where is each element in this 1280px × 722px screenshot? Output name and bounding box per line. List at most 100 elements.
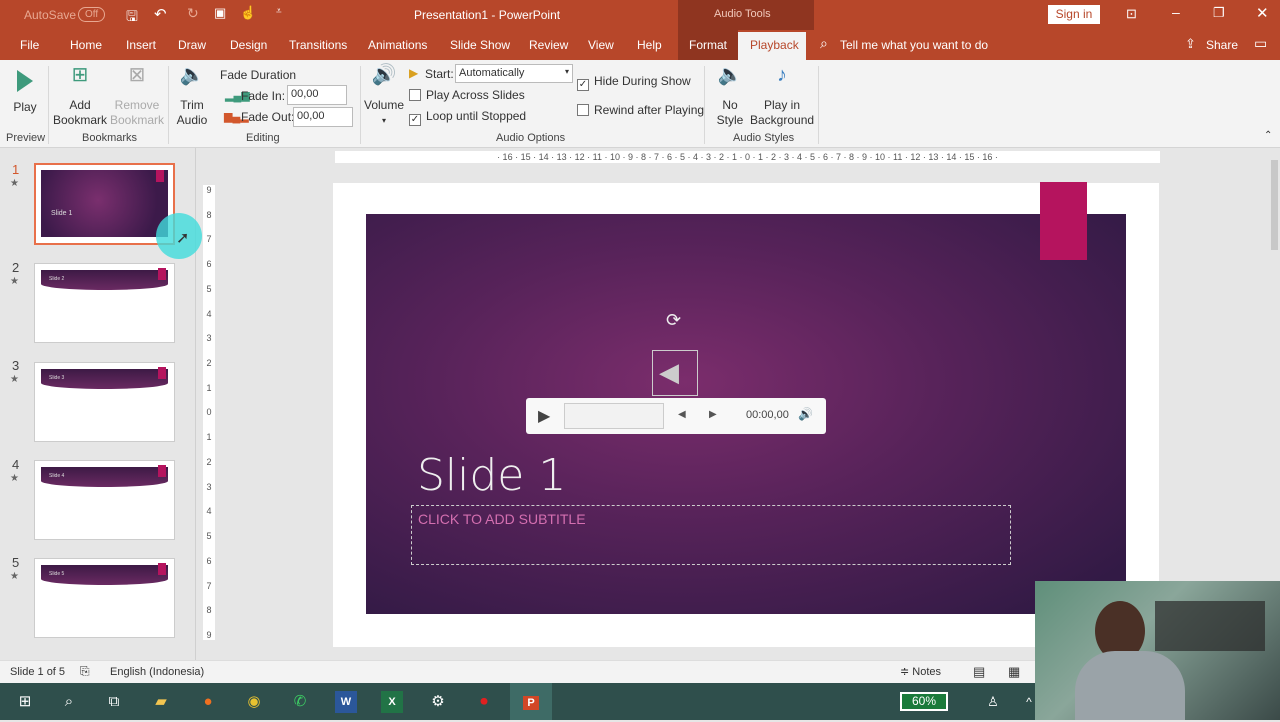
customize-qat-icon[interactable]: ⩡ xyxy=(276,6,282,17)
tab-file[interactable]: File xyxy=(20,38,39,52)
play-button[interactable]: Play xyxy=(10,68,40,115)
ruler-tick: 8 xyxy=(206,605,212,616)
tab-view[interactable]: View xyxy=(588,38,614,52)
start-dropdown[interactable]: Automatically ▾ xyxy=(455,64,573,83)
tab-format[interactable]: Format xyxy=(689,38,727,52)
slide-thumbnail-3[interactable]: Slide 3 xyxy=(34,362,175,442)
sign-in-button[interactable]: Sign in xyxy=(1048,5,1100,24)
recorder-icon[interactable]: ⏺ xyxy=(473,691,495,713)
undo-icon[interactable]: ↶ xyxy=(154,5,167,23)
play-icon xyxy=(17,70,33,92)
player-volume-icon[interactable]: 🔊 xyxy=(798,407,813,421)
present-icon[interactable]: ▣ xyxy=(214,5,226,21)
save-icon[interactable]: 🖫 xyxy=(126,6,138,30)
ribbon-display-icon[interactable]: ⊡ xyxy=(1126,6,1137,22)
vertical-ruler: 9 8 7 6 5 4 3 2 1 0 1 2 3 4 5 6 7 8 9 xyxy=(203,185,215,640)
no-style-button[interactable]: 🔈 No Style xyxy=(712,64,748,128)
audio-player-bar: ▶ ◀ ▶ 00:00,00 🔊 xyxy=(526,398,826,434)
ruler-tick: 6 xyxy=(206,259,212,270)
collapse-ribbon-icon[interactable]: ⌃ xyxy=(1264,130,1272,141)
slide-1[interactable]: ◀ ⟳ ▶ ◀ ▶ 00:00,00 🔊 Slide 1 CLICK TO AD… xyxy=(366,214,1126,614)
chrome-icon[interactable]: ◉ xyxy=(243,691,265,713)
play-across-slides-checkbox[interactable]: Play Across Slides xyxy=(409,88,525,102)
ruler-tick: 1 xyxy=(206,382,212,393)
slide-thumbnail-1[interactable]: Slide 1 xyxy=(34,163,175,245)
ruler-tick: 2 xyxy=(206,358,212,369)
volume-button[interactable]: 🔊 Volume ▾ xyxy=(362,65,406,128)
spell-check-icon[interactable]: ⎘ xyxy=(80,664,90,679)
slide-title[interactable]: Slide 1 xyxy=(417,450,566,501)
search-icon[interactable]: ⌕ xyxy=(58,691,80,713)
tab-slide-show[interactable]: Slide Show xyxy=(450,38,510,52)
excel-icon[interactable]: X xyxy=(381,691,403,713)
word-icon[interactable]: W xyxy=(335,691,357,713)
tab-draw[interactable]: Draw xyxy=(178,38,206,52)
ruler-tick: 4 xyxy=(206,308,212,319)
slide-thumbnail-5[interactable]: Slide 5 xyxy=(34,558,175,638)
tab-animations[interactable]: Animations xyxy=(368,38,427,52)
fade-out-input[interactable]: 00,00 xyxy=(293,107,353,127)
rewind-after-playing-checkbox[interactable]: Rewind after Playing xyxy=(577,103,704,117)
comments-icon[interactable]: ▭ xyxy=(1254,35,1267,52)
remove-bookmark-icon: ⊠ xyxy=(128,64,146,86)
settings-icon[interactable]: ⚙ xyxy=(427,691,449,713)
close-button[interactable]: ✕ xyxy=(1256,4,1269,22)
audio-icon-selection[interactable]: ◀ xyxy=(652,350,698,396)
player-progress-bar[interactable] xyxy=(564,403,664,429)
player-play-button[interactable]: ▶ xyxy=(538,406,550,426)
loop-until-stopped-checkbox[interactable]: ✓ Loop until Stopped xyxy=(409,109,526,126)
language-label[interactable]: English (Indonesia) xyxy=(110,666,204,678)
task-view-icon[interactable]: ⧉ xyxy=(103,691,125,713)
autosave-toggle[interactable]: Off xyxy=(78,7,106,22)
vertical-scrollbar[interactable] xyxy=(1269,150,1280,580)
player-back-button[interactable]: ◀ xyxy=(678,409,686,420)
remove-bookmark-button: ⊠ Remove Bookmark xyxy=(110,64,165,127)
people-icon[interactable]: ♙ xyxy=(982,691,1004,713)
start-icon: ▶ xyxy=(409,66,419,80)
share-button[interactable]: Share xyxy=(1206,38,1238,52)
ruler-tick: 6 xyxy=(206,555,212,566)
battery-indicator[interactable]: 60% xyxy=(900,692,948,711)
slide-sorter-icon[interactable]: ▦ xyxy=(1008,664,1020,680)
windows-start-icon[interactable]: ⊞ xyxy=(14,691,36,713)
play-in-background-button[interactable]: ♪ Play in Background xyxy=(750,65,814,128)
tab-design[interactable]: Design xyxy=(230,38,267,52)
trim-audio-button[interactable]: 🔈 Trim Audio xyxy=(174,65,210,128)
slide-thumbnail-2[interactable]: Slide 2 xyxy=(34,263,175,343)
notes-button[interactable]: ≑ Notes xyxy=(900,665,941,678)
ruler-tick: 0 xyxy=(206,407,212,418)
rotate-handle-icon[interactable]: ⟳ xyxy=(666,310,681,331)
normal-view-icon[interactable]: ▤ xyxy=(973,664,985,680)
animation-star-icon: ★ xyxy=(10,571,19,582)
tab-home[interactable]: Home xyxy=(70,38,102,52)
powerpoint-icon[interactable]: P xyxy=(510,683,552,720)
tab-playback[interactable]: Playback xyxy=(750,38,799,52)
firefox-icon[interactable]: ● xyxy=(197,691,219,713)
tell-me-input[interactable]: Tell me what you want to do xyxy=(840,38,988,52)
ruler-tick: 5 xyxy=(206,531,212,542)
touch-mode-icon[interactable]: ☝ xyxy=(240,5,256,21)
subtitle-placeholder[interactable]: CLICK TO ADD SUBTITLE xyxy=(411,505,1011,565)
add-bookmark-button[interactable]: ⊞ Add Bookmark xyxy=(52,65,108,128)
tab-transitions[interactable]: Transitions xyxy=(289,38,347,52)
no-style-icon: 🔈 xyxy=(717,64,743,86)
minimize-button[interactable]: – xyxy=(1172,4,1180,20)
tab-review[interactable]: Review xyxy=(529,38,568,52)
audio-tools-label: Audio Tools xyxy=(714,8,771,20)
fade-in-input[interactable]: 00,00 xyxy=(287,85,347,105)
tab-insert[interactable]: Insert xyxy=(126,38,156,52)
animation-star-icon: ★ xyxy=(10,178,19,189)
redo-icon[interactable]: ↻ xyxy=(187,5,199,22)
ruler-tick: 4 xyxy=(206,506,212,517)
file-explorer-icon[interactable]: ▰ xyxy=(150,691,172,713)
hide-during-show-checkbox[interactable]: ✓ Hide During Show xyxy=(577,74,691,91)
tab-help[interactable]: Help xyxy=(637,38,662,52)
whatsapp-icon[interactable]: ✆ xyxy=(289,691,311,713)
slide-counter: Slide 1 of 5 xyxy=(10,666,66,678)
player-forward-button[interactable]: ▶ xyxy=(709,409,717,420)
slide-thumbnail-4[interactable]: Slide 4 xyxy=(34,460,175,540)
restore-button[interactable]: ❐ xyxy=(1213,5,1225,21)
animation-star-icon: ★ xyxy=(10,374,19,385)
player-time: 00:00,00 xyxy=(746,409,789,421)
group-preview: Preview xyxy=(6,132,46,144)
